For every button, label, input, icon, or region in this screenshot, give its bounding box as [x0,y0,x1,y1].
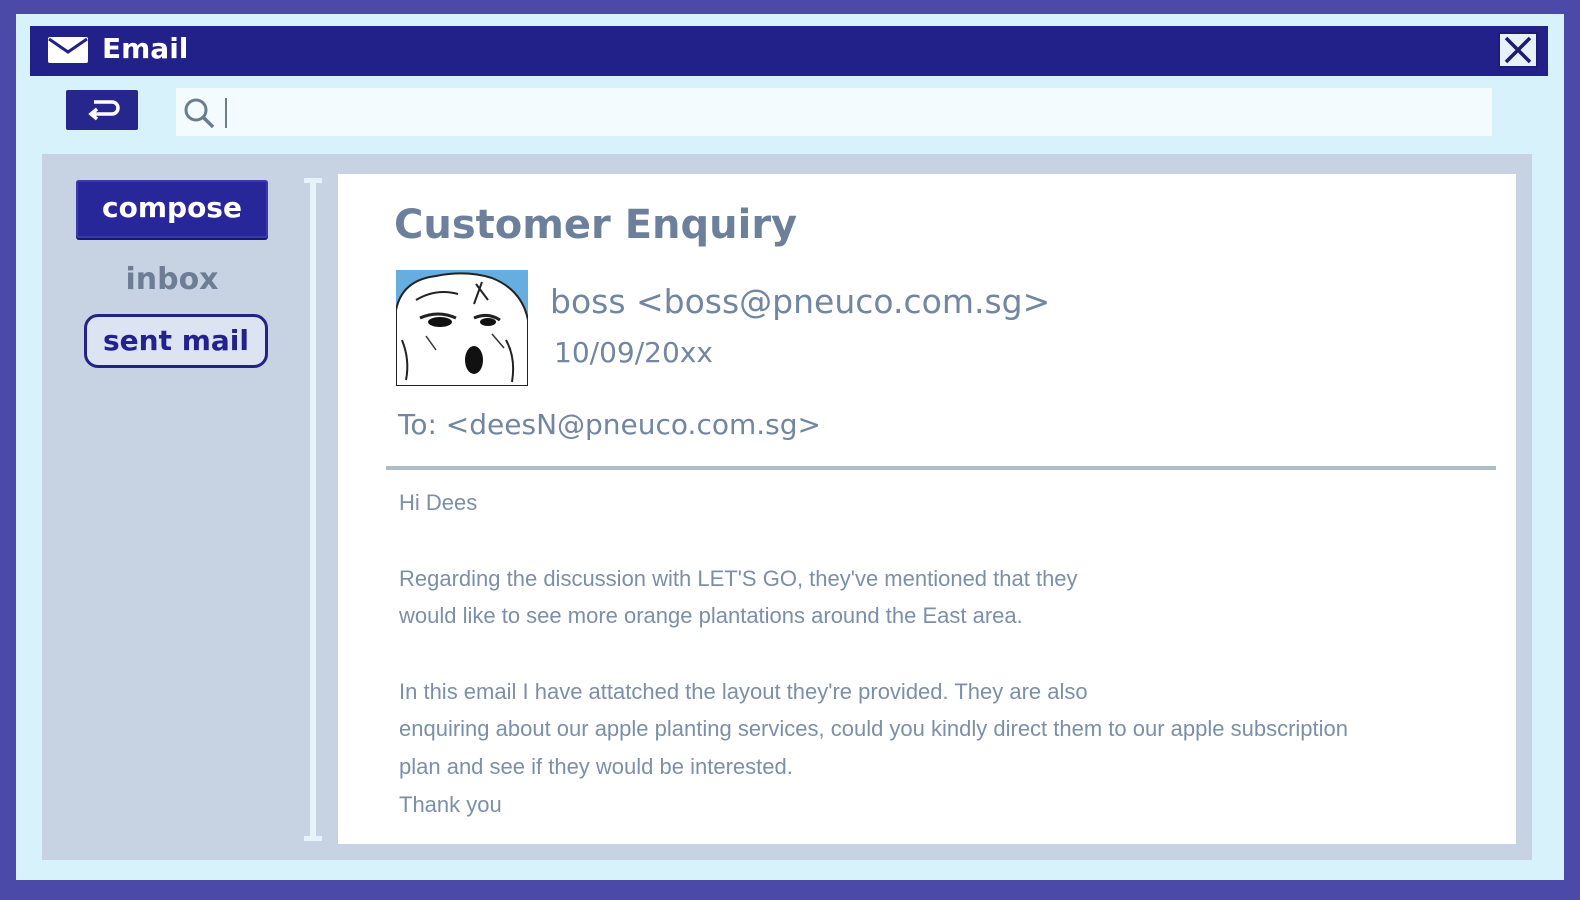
email-window: Email compose inbox sent mail Customer E… [16,14,1564,880]
body-line: Thank you [399,792,502,817]
return-arrow-icon [88,100,120,121]
envelope-icon [48,37,88,63]
body-line: would like to see more orange plantation… [399,603,1023,628]
body-line: In this email I have attatched the layou… [399,679,1088,704]
divider-cap [304,836,322,841]
message-date: 10/09/20xx [554,336,713,369]
body-line: Hi Dees [399,490,478,515]
text-caret [225,98,227,128]
back-button[interactable] [66,90,138,130]
search-input[interactable] [176,88,1492,136]
close-icon [1504,36,1532,64]
message-recipient: To: <deesN@pneuco.com.sg> [398,408,821,441]
body-line: enquiring about our apple planting servi… [399,716,1349,741]
pane-divider[interactable] [310,180,316,840]
sidebar-item-inbox[interactable]: inbox [76,262,268,297]
avatar [396,270,528,386]
message-sender: boss <boss@pneuco.com.sg> [550,282,1051,321]
title-bar: Email [30,26,1548,76]
window-title: Email [102,32,189,65]
close-button[interactable] [1498,32,1538,68]
body-line: Regarding the discussion with LET'S GO, … [399,566,1078,591]
mail-content-area: compose inbox sent mail Customer Enquiry [42,154,1532,860]
compose-button[interactable]: compose [76,180,268,238]
search-icon [184,98,215,129]
sidebar-item-sent-mail[interactable]: sent mail [84,314,268,368]
body-line: plan and see if they would be interested… [399,754,793,779]
header-divider [386,466,1496,470]
message-pane: Customer Enquiry boss <boss@pneuco.com.s… [338,174,1516,844]
message-subject: Customer Enquiry [394,202,798,248]
